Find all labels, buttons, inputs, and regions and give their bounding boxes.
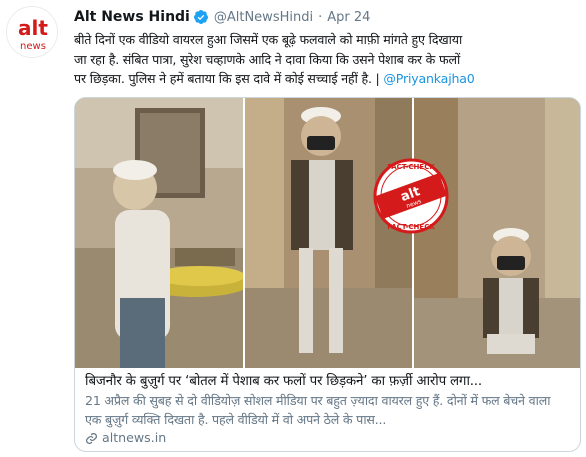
alt-news-logo: alt news bbox=[7, 7, 57, 57]
fact-check-stamp: FACT-CHECK FACT-CHECK alt news bbox=[373, 158, 449, 234]
tweet-text: बीते दिनों एक वीडियो वायरल हुआ जिसमें एक… bbox=[74, 30, 580, 89]
tweet-text-line: जा रहा है. संबित पात्रा, सुरेश चव्हाणके … bbox=[74, 51, 461, 67]
handle[interactable]: @AltNewsHindi bbox=[214, 10, 313, 25]
separator-dot: · bbox=[318, 9, 323, 25]
card-domain[interactable]: altnews.in bbox=[85, 429, 570, 447]
tweet: Alt News Hindi @AltNewsHindi · Apr 24 बी… bbox=[74, 8, 580, 89]
card-description: 21 अप्रैल की सुबह से दो वीडियोज़ सोशल मी… bbox=[85, 393, 551, 427]
card-text[interactable]: बिजनौर के बुज़ुर्ग पर ‘बोतल में पेशाब कर… bbox=[75, 368, 580, 447]
logo-text-top: alt bbox=[18, 16, 48, 40]
card-image[interactable]: FACT-CHECK FACT-CHECK alt news bbox=[75, 98, 580, 368]
tweet-text-line: बीते दिनों एक वीडियो वायरल हुआ जिसमें एक… bbox=[74, 32, 463, 47]
mention-link[interactable]: @Priyankajha0 bbox=[383, 71, 474, 86]
card-photo-collage: FACT-CHECK FACT-CHECK alt news bbox=[75, 98, 580, 368]
stamp-top-text: FACT-CHECK bbox=[387, 163, 435, 171]
tweet-text-line: पर छिड़का. पुलिस ने हमें बताया कि इस दाव… bbox=[74, 69, 580, 89]
link-card[interactable]: FACT-CHECK FACT-CHECK alt news बिजनौर के… bbox=[74, 97, 581, 452]
tweet-date[interactable]: Apr 24 bbox=[327, 10, 370, 25]
card-title[interactable]: बिजनौर के बुज़ुर्ग पर ‘बोतल में पेशाब कर… bbox=[85, 372, 570, 391]
tweet-header: Alt News Hindi @AltNewsHindi · Apr 24 bbox=[74, 8, 580, 26]
display-name[interactable]: Alt News Hindi bbox=[74, 9, 190, 25]
avatar[interactable]: alt news bbox=[6, 6, 58, 58]
stamp-bottom-text: FACT-CHECK bbox=[387, 223, 435, 231]
logo-text-bottom: news bbox=[20, 41, 46, 52]
link-icon bbox=[86, 432, 97, 444]
verified-badge-icon bbox=[193, 10, 208, 24]
card-domain-text[interactable]: altnews.in bbox=[102, 429, 166, 447]
tweet-text-segment: पर छिड़का. पुलिस ने हमें बताया कि इस दाव… bbox=[74, 71, 384, 87]
